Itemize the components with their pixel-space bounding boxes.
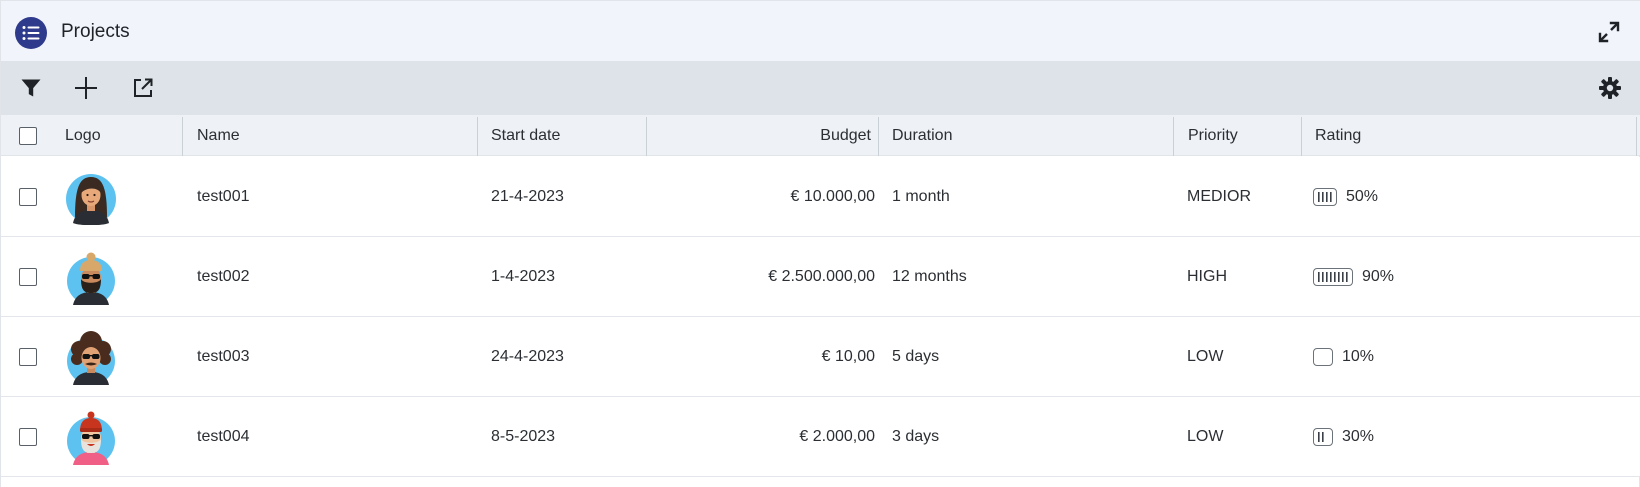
column-header-rating[interactable]: Rating	[1315, 115, 1361, 156]
cell-priority: MEDIOR	[1187, 188, 1251, 205]
expand-icon[interactable]	[1597, 20, 1621, 44]
cell-duration: 3 days	[892, 428, 940, 445]
cell-start-date: 8-5-2023	[491, 428, 556, 445]
rating-meter	[1313, 188, 1337, 206]
cell-start-date: 21-4-2023	[491, 188, 564, 205]
rating-meter	[1313, 428, 1333, 446]
cell-name: test004	[197, 428, 250, 445]
rating-meter	[1313, 348, 1333, 366]
rating-bar	[1326, 272, 1328, 282]
row-checkbox[interactable]	[19, 348, 37, 366]
column-resizer[interactable]	[477, 117, 478, 156]
select-all-checkbox[interactable]	[19, 127, 37, 145]
column-resizer[interactable]	[1301, 117, 1302, 156]
rating-bar	[1330, 192, 1332, 202]
column-header-logo[interactable]: Logo	[65, 115, 101, 156]
cell-start-date: 1-4-2023	[491, 268, 556, 285]
rating-cell: 90%	[1313, 237, 1394, 317]
column-resizer[interactable]	[1173, 117, 1174, 156]
rating-meter	[1313, 268, 1353, 286]
rating-bar	[1330, 272, 1332, 282]
cell-priority: LOW	[1187, 428, 1224, 445]
rating-bar	[1346, 272, 1348, 282]
cell-duration: 5 days	[892, 348, 940, 365]
avatar-man-beard-sunglasses	[67, 252, 115, 305]
cell-name: test003	[197, 348, 250, 365]
cell-budget: € 10.000,00	[790, 188, 875, 205]
cell-duration: 1 month	[892, 188, 950, 205]
rating-bar	[1318, 272, 1320, 282]
projects-widget: Projects Logo Name Start date Budget Dur…	[0, 0, 1640, 487]
table-row[interactable]: test004 8-5-2023 € 2.000,00 3 days LOW 3…	[1, 397, 1640, 477]
list-icon	[15, 17, 47, 49]
rating-bar	[1318, 432, 1320, 442]
rating-value: 90%	[1362, 268, 1395, 285]
filter-icon[interactable]	[16, 73, 46, 103]
rating-bar	[1342, 272, 1344, 282]
avatar-man-red-beanie	[67, 411, 115, 465]
column-header-priority[interactable]: Priority	[1188, 115, 1238, 156]
column-header-name[interactable]: Name	[197, 115, 240, 156]
cell-budget: € 2.500.000,00	[768, 268, 875, 285]
cell-budget: € 2.000,00	[799, 428, 875, 445]
column-resizer[interactable]	[182, 117, 183, 156]
rating-bar	[1322, 192, 1324, 202]
rating-cell: 30%	[1313, 397, 1374, 477]
table-row[interactable]: test003 24-4-2023 € 10,00 5 days LOW 10%	[1, 317, 1640, 397]
column-resizer[interactable]	[1636, 117, 1637, 156]
external-link-icon[interactable]	[128, 73, 158, 103]
cell-duration: 12 months	[892, 268, 967, 285]
rating-cell: 50%	[1313, 157, 1378, 237]
rating-bar	[1322, 272, 1324, 282]
rating-value: 50%	[1346, 188, 1379, 205]
rating-value: 30%	[1342, 428, 1375, 445]
cell-start-date: 24-4-2023	[491, 348, 564, 365]
rating-cell: 10%	[1313, 317, 1374, 397]
table-header: Logo Name Start date Budget Duration Pri…	[1, 115, 1640, 156]
column-header-duration[interactable]: Duration	[892, 115, 952, 156]
cell-priority: LOW	[1187, 348, 1224, 365]
column-resizer[interactable]	[878, 117, 879, 156]
rating-value: 10%	[1342, 348, 1375, 365]
toolbar	[1, 61, 1640, 115]
column-header-budget[interactable]: Budget	[661, 115, 871, 156]
column-header-start-date[interactable]: Start date	[491, 115, 560, 156]
rating-bar	[1318, 192, 1320, 202]
cell-budget: € 10,00	[821, 348, 875, 365]
column-resizer[interactable]	[646, 117, 647, 156]
page-title: Projects	[61, 21, 130, 42]
title-bar: Projects	[1, 0, 1640, 61]
rating-bar	[1326, 192, 1328, 202]
avatar-man-curly-hair-sunglasses	[67, 331, 115, 385]
cell-name: test002	[197, 268, 250, 285]
rating-bar	[1322, 432, 1324, 442]
rating-bar	[1338, 272, 1340, 282]
gear-icon[interactable]	[1595, 73, 1625, 103]
cell-name: test001	[197, 188, 250, 205]
row-checkbox[interactable]	[19, 428, 37, 446]
avatar-woman-long-hair	[66, 174, 116, 225]
plus-icon[interactable]	[71, 73, 101, 103]
row-checkbox[interactable]	[19, 268, 37, 286]
rating-bar	[1334, 272, 1336, 282]
cell-priority: HIGH	[1187, 268, 1227, 285]
table-row[interactable]: test002 1-4-2023 € 2.500.000,00 12 month…	[1, 237, 1640, 317]
row-checkbox[interactable]	[19, 188, 37, 206]
table-row[interactable]: test001 21-4-2023 € 10.000,00 1 month ME…	[1, 157, 1640, 237]
